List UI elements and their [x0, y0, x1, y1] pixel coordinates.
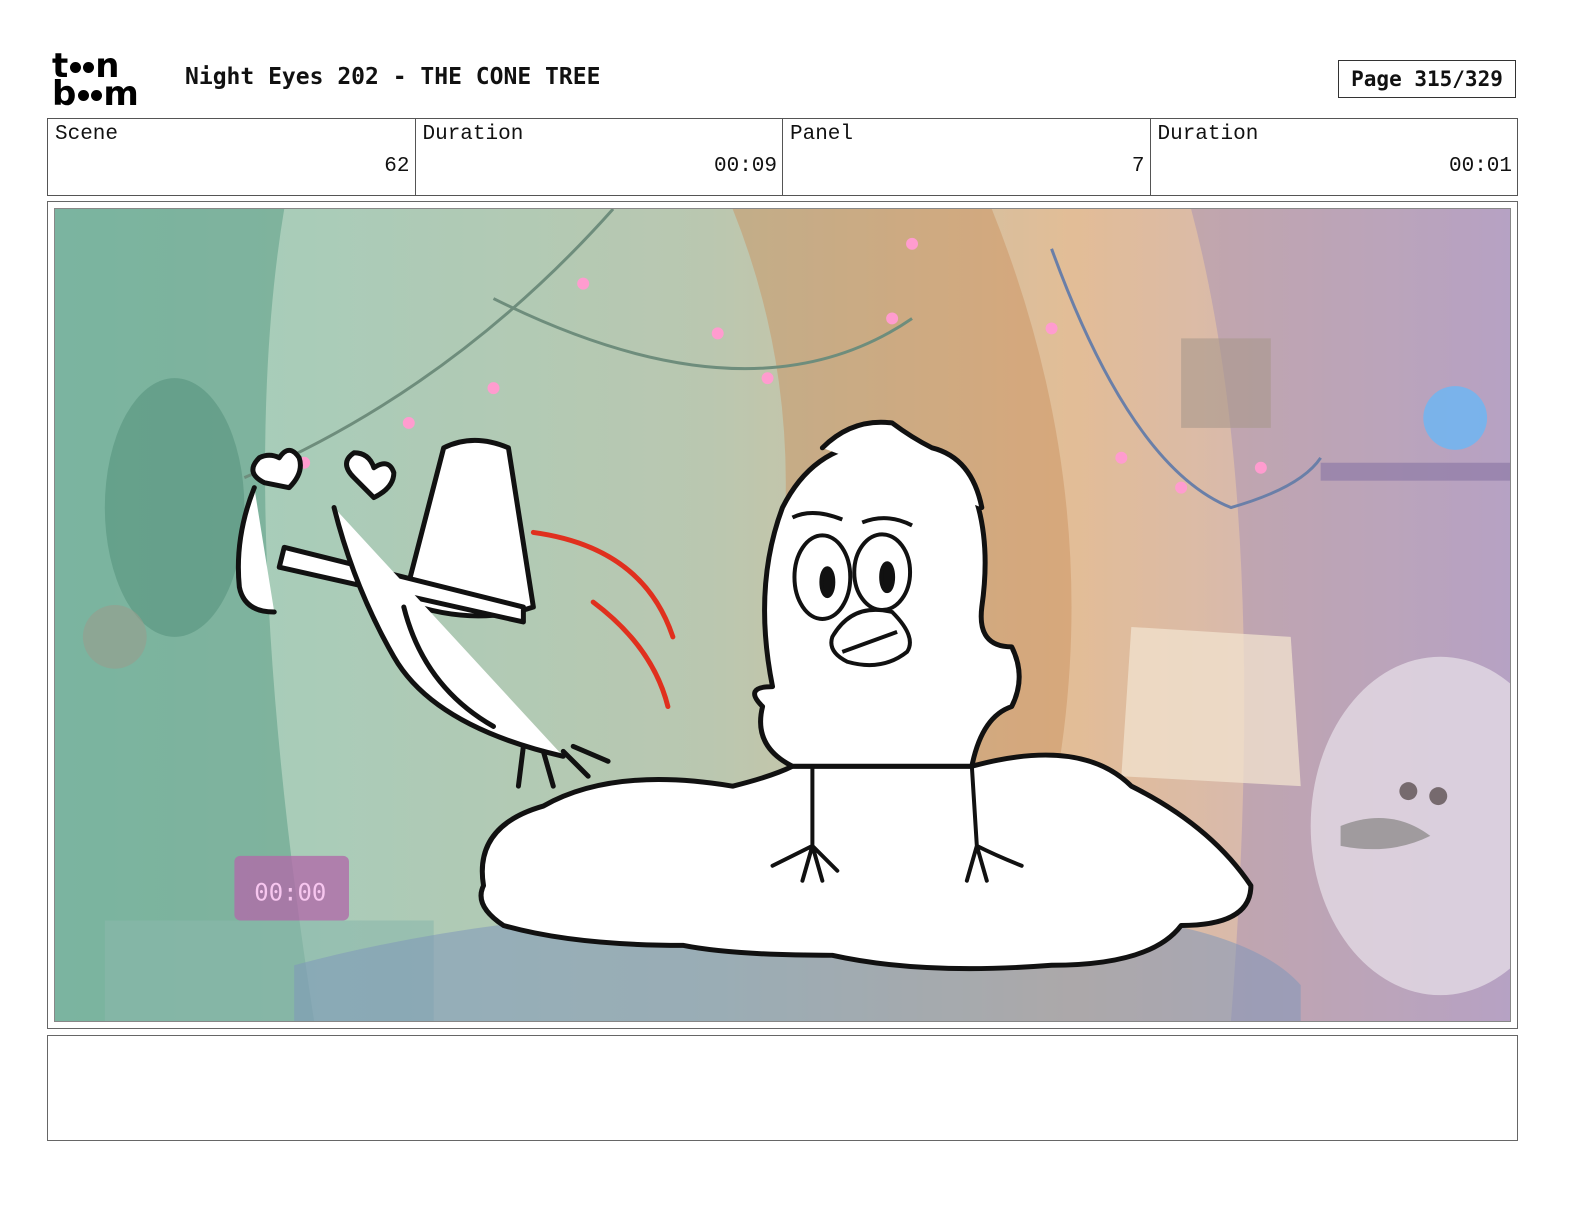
toonboom-logo: tn bm: [52, 49, 164, 114]
lamp-shade: [1121, 626, 1301, 787]
panel-duration-cell: Duration 00:01: [1151, 119, 1518, 195]
teddy-bear: [82, 605, 147, 669]
project-title: Night Eyes 202 - THE CONE TREE: [185, 64, 601, 90]
panel-duration-label: Duration: [1157, 123, 1259, 146]
logo-bottom-line: bm: [52, 74, 140, 114]
panel-label: Panel: [790, 123, 854, 146]
scene-duration-cell: Duration 00:09: [416, 119, 783, 195]
panel-duration-value: 00:01: [1448, 155, 1512, 178]
storyboard-panel-image: 00:00: [54, 208, 1511, 1022]
storyboard-panel-frame: 00:00: [47, 201, 1518, 1029]
alarm-clock-display: 00:00: [254, 879, 326, 907]
crystal-ball: [1423, 386, 1488, 450]
panel-value: 7: [1131, 155, 1145, 178]
scene-duration-label: Duration: [422, 123, 524, 146]
trophy-frame: [1181, 338, 1271, 428]
scene-info-table: Scene 62 Duration 00:09 Panel 7 Duration…: [47, 118, 1518, 196]
round-window: [104, 378, 245, 637]
scene-value: 62: [384, 155, 410, 178]
scene-duration-value: 00:09: [713, 155, 777, 178]
panel-notes-box: [47, 1035, 1518, 1141]
scene-label: Scene: [55, 123, 119, 146]
panel-cell: Panel 7: [783, 119, 1151, 195]
scene-cell: Scene 62: [48, 119, 416, 195]
page-number: Page 315/329: [1338, 60, 1516, 98]
